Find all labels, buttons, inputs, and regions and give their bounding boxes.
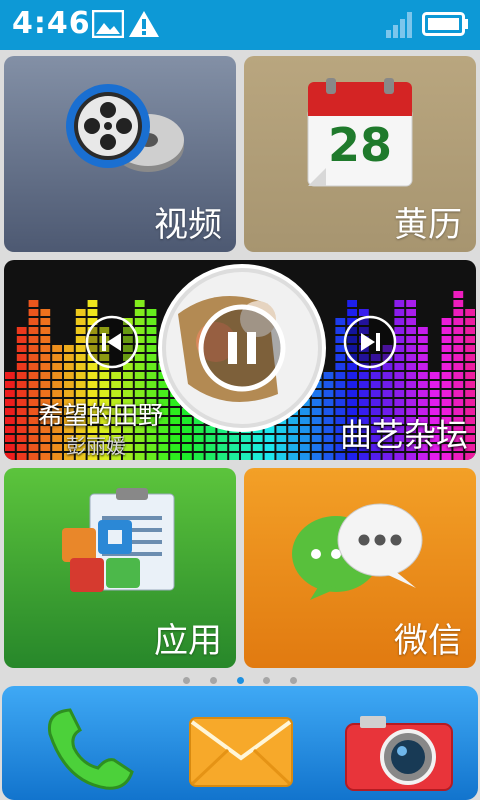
status-time: 4:46 bbox=[12, 6, 91, 41]
song-title: 希望的田野 bbox=[38, 401, 164, 430]
phone-icon bbox=[47, 708, 134, 790]
calendar-tile-label: 黄历 bbox=[394, 205, 462, 245]
artist-name: 彭丽媛 bbox=[66, 434, 126, 458]
music-player-tile[interactable]: 希望的田野 彭丽媛 曲艺杂坛 bbox=[4, 260, 476, 460]
dock bbox=[2, 686, 478, 800]
mail-icon bbox=[189, 717, 293, 787]
page-dot[interactable] bbox=[183, 677, 190, 684]
image-icon bbox=[92, 10, 124, 38]
page-dot[interactable] bbox=[210, 677, 217, 684]
signal-icon bbox=[386, 12, 412, 38]
next-icon[interactable] bbox=[342, 314, 398, 370]
battery-icon bbox=[422, 12, 468, 36]
wechat-tile[interactable]: 微信 bbox=[244, 468, 476, 668]
apps-icon bbox=[62, 488, 175, 592]
apps-tile[interactable]: 应用 bbox=[4, 468, 236, 668]
status-bar: 4:46 bbox=[0, 0, 480, 50]
phone-button[interactable] bbox=[18, 686, 158, 800]
page-dot-active[interactable] bbox=[237, 677, 244, 684]
film-reel-icon bbox=[66, 84, 184, 172]
apps-tile-label: 应用 bbox=[154, 621, 222, 661]
calendar-day: 28 bbox=[327, 118, 392, 172]
previous-icon[interactable] bbox=[84, 314, 140, 370]
calendar-tile[interactable]: 28 黄历 bbox=[244, 56, 476, 252]
warning-icon bbox=[129, 11, 159, 37]
page-dot[interactable] bbox=[290, 677, 297, 684]
pause-icon[interactable] bbox=[198, 304, 286, 392]
music-tile-label: 曲艺杂坛 bbox=[339, 416, 468, 454]
page-dot[interactable] bbox=[263, 677, 270, 684]
camera-button[interactable] bbox=[326, 686, 466, 800]
video-tile[interactable]: 视频 bbox=[4, 56, 236, 252]
chat-bubbles-icon bbox=[292, 503, 423, 600]
video-tile-label: 视频 bbox=[154, 205, 222, 245]
wechat-tile-label: 微信 bbox=[394, 621, 462, 661]
camera-icon bbox=[345, 716, 453, 791]
mail-button[interactable] bbox=[170, 686, 310, 800]
